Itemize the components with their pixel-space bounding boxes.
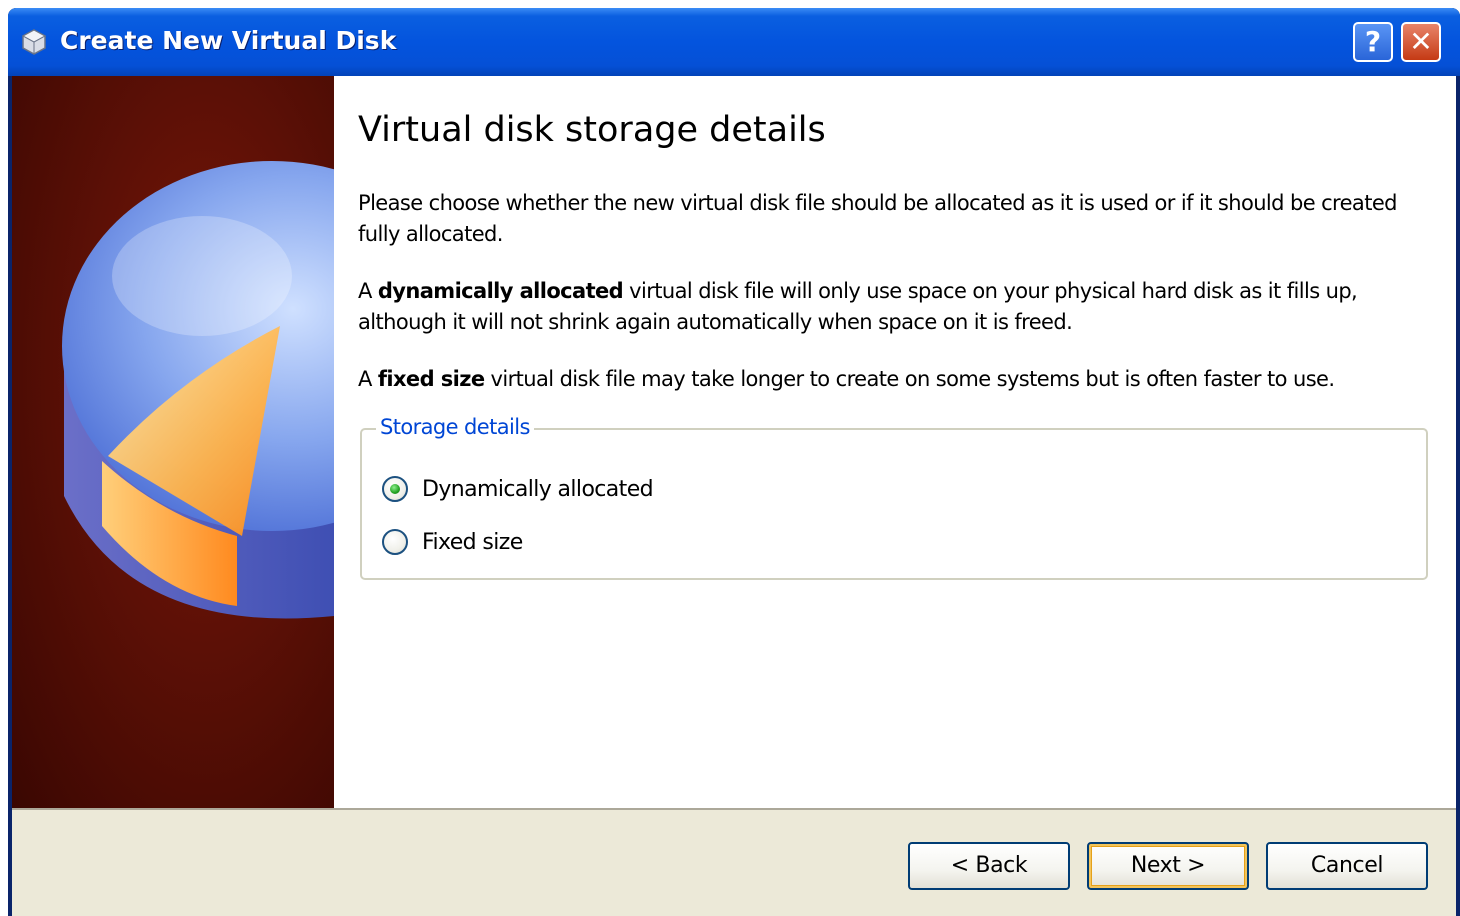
button-bar: < Back Next > Cancel [12, 808, 1456, 916]
cancel-button[interactable]: Cancel [1266, 842, 1428, 890]
fixed-prefix: A [358, 367, 378, 391]
intro-text: Please choose whether the new virtual di… [358, 191, 1397, 246]
fixed-suffix: virtual disk file may take longer to cre… [484, 367, 1336, 391]
page-title: Virtual disk storage details [358, 110, 826, 150]
fixed-size-label[interactable]: Fixed size [422, 530, 523, 555]
fixed-description: A fixed size virtual disk file may take … [358, 364, 1433, 395]
title-bar[interactable]: Create New Virtual Disk ? ✕ [8, 8, 1460, 76]
wizard-page: Virtual disk storage details Please choo… [334, 76, 1456, 808]
dynamic-description: A dynamically allocated virtual disk fil… [358, 276, 1433, 338]
virtualbox-icon [21, 29, 47, 55]
dialog-client: Virtual disk storage details Please choo… [12, 76, 1456, 916]
wizard-banner-image [12, 76, 334, 808]
dynamically-allocated-radio[interactable] [382, 476, 408, 502]
fixed-size-option[interactable]: Fixed size [382, 527, 523, 557]
storage-details-legend: Storage details [376, 415, 534, 439]
dynamically-allocated-option[interactable]: Dynamically allocated [382, 474, 654, 504]
next-button[interactable]: Next > [1087, 842, 1249, 890]
dialog-window: Create New Virtual Disk ? ✕ Virtual disk… [8, 8, 1460, 916]
fixed-size-radio[interactable] [382, 529, 408, 555]
dynamic-bold: dynamically allocated [377, 279, 624, 303]
dynamic-prefix: A [358, 279, 378, 303]
storage-details-group: Storage details Dynamically allocated Fi… [360, 415, 1428, 580]
help-button[interactable]: ? [1353, 22, 1393, 62]
window-title: Create New Virtual Disk [60, 26, 397, 55]
dynamically-allocated-label[interactable]: Dynamically allocated [422, 477, 654, 502]
radio-selected-dot [390, 484, 400, 494]
close-button[interactable]: ✕ [1401, 22, 1441, 62]
fixed-bold: fixed size [377, 367, 485, 391]
disk-pie-icon [62, 161, 334, 619]
back-button[interactable]: < Back [908, 842, 1070, 890]
